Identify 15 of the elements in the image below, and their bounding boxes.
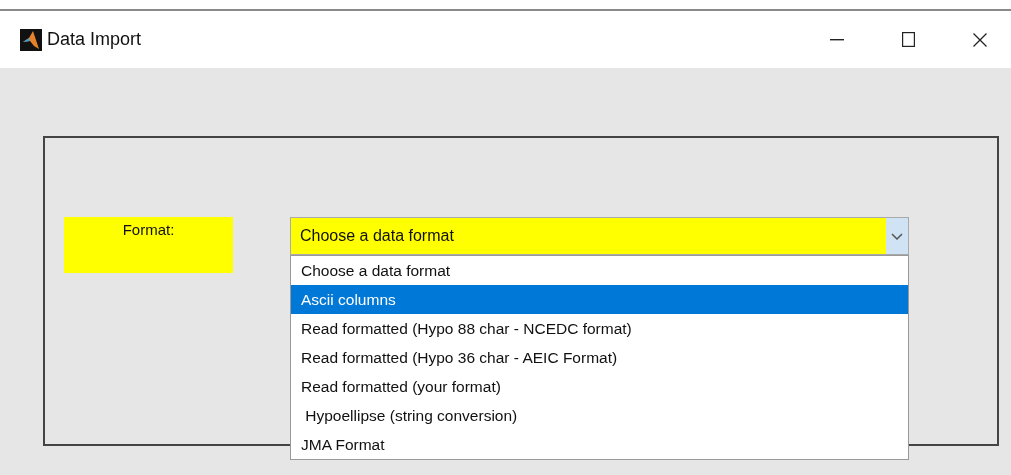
window-title: Data Import <box>47 29 142 50</box>
dropdown-option[interactable]: Hypoellipse (string conversion) <box>291 401 908 430</box>
dropdown-option[interactable]: Read formatted (Hypo 88 char - NCEDC format) <box>291 314 908 343</box>
app-icon <box>20 28 42 51</box>
maximize-icon[interactable] <box>902 32 915 47</box>
dropdown-option[interactable]: Choose a data format <box>291 256 908 285</box>
dropdown-option[interactable]: Read formatted (your format) <box>291 372 908 401</box>
close-icon[interactable] <box>973 32 987 47</box>
minimize-icon[interactable] <box>830 38 844 41</box>
dropdown-option[interactable]: Ascii columns <box>291 285 908 314</box>
chevron-down-icon <box>891 232 903 240</box>
format-dropdown[interactable]: Choose a data format <box>290 217 909 255</box>
dropdown-option[interactable]: Read formatted (Hypo 36 char - AEIC Format) <box>291 343 908 372</box>
format-label: Format: <box>64 217 233 273</box>
dropdown-option[interactable]: JMA Format <box>291 430 908 459</box>
